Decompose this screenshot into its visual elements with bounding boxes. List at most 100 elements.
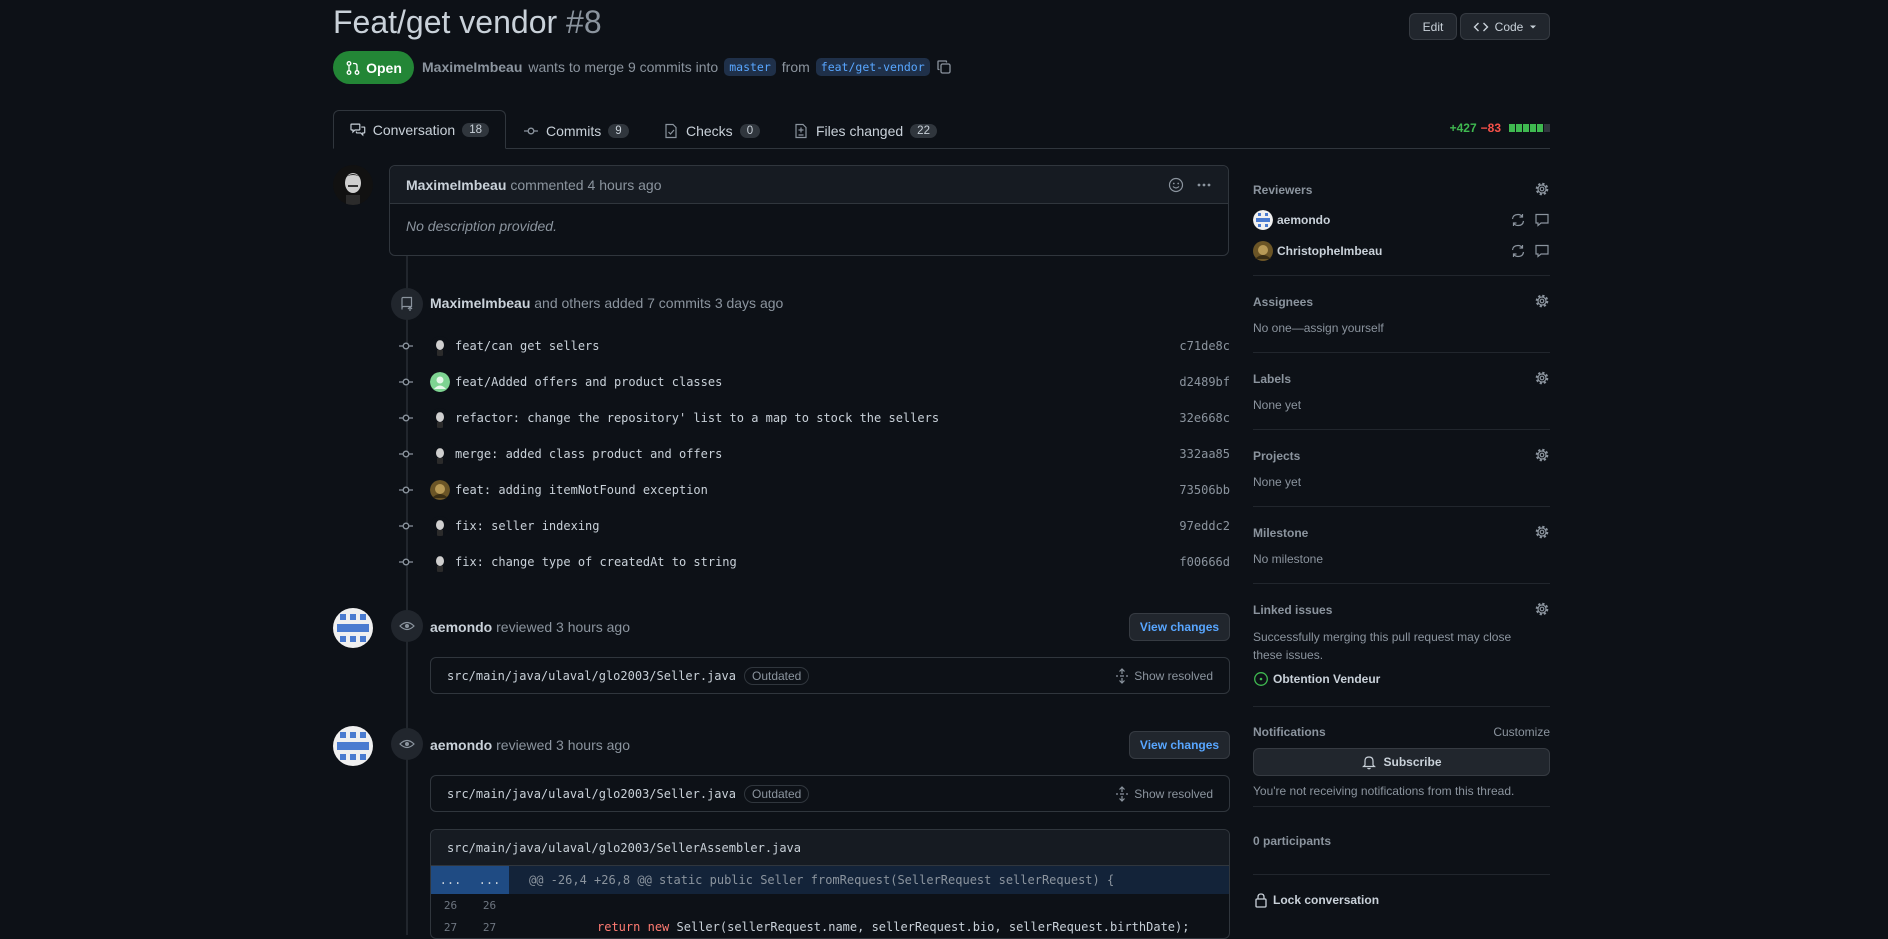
diffstat: +427 −83 bbox=[1450, 121, 1550, 135]
old-line-number[interactable]: 27 bbox=[431, 921, 470, 934]
base-branch[interactable]: master bbox=[724, 58, 776, 76]
comment-time[interactable]: 4 hours ago bbox=[588, 177, 662, 193]
subscribe-button[interactable]: Subscribe bbox=[1253, 748, 1550, 776]
projects-heading[interactable]: Projects bbox=[1253, 449, 1550, 463]
avatar[interactable] bbox=[430, 372, 450, 392]
commit-message[interactable]: refactor: change the repository' list to… bbox=[455, 411, 939, 425]
review-time[interactable]: 3 hours ago bbox=[556, 737, 630, 753]
commits-event-author[interactable]: MaximeImbeau bbox=[430, 295, 530, 311]
code-button[interactable]: Code bbox=[1460, 13, 1550, 40]
gear-icon[interactable] bbox=[1534, 293, 1550, 309]
commit-row[interactable]: feat/can get sellers c71de8c bbox=[398, 331, 1230, 361]
sidebar-milestone: Milestone No milestone bbox=[1253, 524, 1550, 566]
avatar[interactable] bbox=[430, 336, 450, 356]
avatar[interactable] bbox=[430, 480, 450, 500]
avatar[interactable] bbox=[333, 726, 373, 766]
commit-sha[interactable]: f00666d bbox=[1179, 555, 1230, 569]
old-line-number[interactable]: 26 bbox=[431, 899, 470, 912]
comment-author[interactable]: MaximeImbeau bbox=[406, 177, 506, 193]
expand-up-button[interactable]: ... bbox=[431, 866, 470, 894]
additions-count: +427 bbox=[1449, 121, 1477, 135]
tab-commits[interactable]: Commits 9 bbox=[523, 112, 629, 149]
commit-row[interactable]: refactor: change the repository' list to… bbox=[398, 403, 1230, 433]
review-file-box[interactable]: src/main/java/ulaval/glo2003/Seller.java… bbox=[430, 657, 1230, 694]
copy-icon[interactable] bbox=[936, 59, 952, 75]
commit-row[interactable]: merge: added class product and offers 332… bbox=[398, 439, 1230, 469]
commit-sha[interactable]: 73506bb bbox=[1179, 483, 1230, 497]
sidebar-divider bbox=[1253, 806, 1550, 807]
avatar[interactable] bbox=[333, 608, 373, 648]
new-line-number[interactable]: 26 bbox=[470, 899, 509, 912]
commit-message[interactable]: feat/Added offers and product classes bbox=[455, 375, 722, 389]
linked-issue-title[interactable]: Obtention Vendeur bbox=[1273, 672, 1380, 686]
sidebar-notifications: Notifications Customize Subscribe You're… bbox=[1253, 725, 1550, 798]
code-file-box: src/main/java/ulaval/glo2003/SellerAssem… bbox=[430, 829, 1230, 939]
avatar[interactable] bbox=[430, 444, 450, 464]
reviewer-name[interactable]: aemondo bbox=[1277, 213, 1330, 227]
review-file-box[interactable]: src/main/java/ulaval/glo2003/Seller.java… bbox=[430, 775, 1230, 812]
commits-event-time[interactable]: 3 days ago bbox=[715, 295, 784, 311]
customize-link[interactable]: Customize bbox=[1493, 725, 1550, 739]
linked-issues-desc: Successfully merging this pull request m… bbox=[1253, 630, 1512, 662]
review-file-path[interactable]: src/main/java/ulaval/glo2003/Seller.java bbox=[447, 787, 736, 801]
expand-down-button[interactable]: ... bbox=[470, 866, 509, 894]
commit-row[interactable]: feat: adding itemNotFound exception 73506… bbox=[398, 475, 1230, 505]
avatar[interactable] bbox=[430, 408, 450, 428]
edit-button[interactable]: Edit bbox=[1409, 13, 1457, 40]
commit-sha[interactable]: 97eddc2 bbox=[1179, 519, 1230, 533]
avatar[interactable] bbox=[430, 552, 450, 572]
sync-icon[interactable] bbox=[1510, 212, 1526, 228]
avatar[interactable] bbox=[333, 165, 373, 205]
commit-message[interactable]: fix: seller indexing bbox=[455, 519, 600, 533]
commit-message[interactable]: feat: adding itemNotFound exception bbox=[455, 483, 708, 497]
review-time[interactable]: 3 hours ago bbox=[556, 619, 630, 635]
linked-issue-item[interactable]: Obtention Vendeur bbox=[1253, 671, 1550, 687]
commit-message[interactable]: fix: change type of createdAt to string bbox=[455, 555, 737, 569]
review-file-path[interactable]: src/main/java/ulaval/glo2003/Seller.java bbox=[447, 669, 736, 683]
assignees-heading[interactable]: Assignees bbox=[1253, 295, 1550, 309]
commit-sha[interactable]: 32e668c bbox=[1179, 411, 1230, 425]
commit-sha[interactable]: d2489bf bbox=[1179, 375, 1230, 389]
gear-icon[interactable] bbox=[1534, 370, 1550, 386]
review-author[interactable]: aemondo bbox=[430, 737, 492, 753]
new-line-number[interactable]: 27 bbox=[470, 921, 509, 934]
commit-row[interactable]: fix: seller indexing 97eddc2 bbox=[398, 511, 1230, 541]
linked-issues-heading[interactable]: Linked issues bbox=[1253, 603, 1550, 617]
commit-row[interactable]: feat/Added offers and product classes d24… bbox=[398, 367, 1230, 397]
lock-conversation-link[interactable]: Lock conversation bbox=[1253, 892, 1550, 908]
smiley-icon[interactable] bbox=[1168, 177, 1184, 193]
commit-sha[interactable]: c71de8c bbox=[1179, 339, 1230, 353]
gear-icon[interactable] bbox=[1534, 601, 1550, 617]
review-author[interactable]: aemondo bbox=[430, 619, 492, 635]
assignees-value[interactable]: No one—assign yourself bbox=[1253, 321, 1550, 335]
tab-checks[interactable]: Checks 0 bbox=[663, 112, 761, 149]
reviewer-name[interactable]: ChristopheImbeau bbox=[1277, 244, 1382, 258]
reviewer-row[interactable]: ChristopheImbeau bbox=[1253, 240, 1550, 262]
sync-icon[interactable] bbox=[1510, 243, 1526, 259]
code-file-path[interactable]: src/main/java/ulaval/glo2003/SellerAssem… bbox=[447, 841, 801, 855]
head-branch[interactable]: feat/get-vendor bbox=[815, 58, 930, 76]
show-resolved-link[interactable]: Show resolved bbox=[1134, 787, 1213, 801]
reviewers-heading[interactable]: Reviewers bbox=[1253, 183, 1550, 197]
gear-icon[interactable] bbox=[1534, 524, 1550, 540]
kebab-horizontal-icon[interactable] bbox=[1196, 177, 1212, 193]
milestone-heading[interactable]: Milestone bbox=[1253, 526, 1550, 540]
labels-heading[interactable]: Labels bbox=[1253, 372, 1550, 386]
pr-number: #8 bbox=[566, 4, 602, 40]
gear-icon[interactable] bbox=[1534, 181, 1550, 197]
pr-author-link[interactable]: MaximeImbeau bbox=[422, 59, 522, 75]
reviewer-row[interactable]: aemondo bbox=[1253, 209, 1550, 231]
commit-message[interactable]: merge: added class product and offers bbox=[455, 447, 722, 461]
commit-row[interactable]: fix: change type of createdAt to string f… bbox=[398, 547, 1230, 577]
view-changes-button[interactable]: View changes bbox=[1129, 731, 1230, 759]
commit-message[interactable]: feat/can get sellers bbox=[455, 339, 600, 353]
show-resolved-link[interactable]: Show resolved bbox=[1134, 669, 1213, 683]
comment-icon[interactable] bbox=[1534, 212, 1550, 228]
tab-conversation[interactable]: Conversation 18 bbox=[333, 110, 506, 149]
tab-files-changed[interactable]: Files changed 22 bbox=[793, 112, 937, 149]
avatar[interactable] bbox=[430, 516, 450, 536]
gear-icon[interactable] bbox=[1534, 447, 1550, 463]
commit-sha[interactable]: 332aa85 bbox=[1179, 447, 1230, 461]
comment-icon[interactable] bbox=[1534, 243, 1550, 259]
view-changes-button[interactable]: View changes bbox=[1129, 613, 1230, 641]
